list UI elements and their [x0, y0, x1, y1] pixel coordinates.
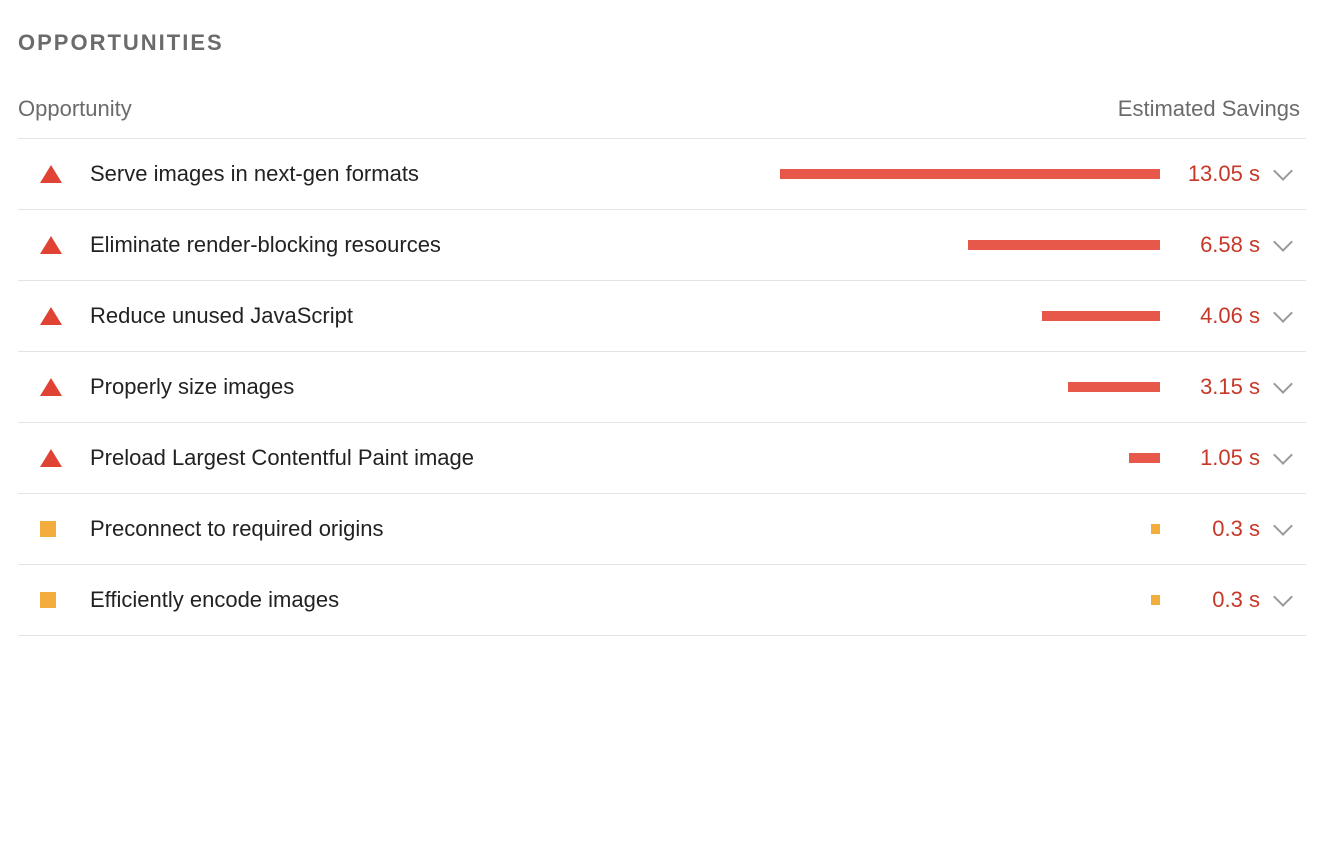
savings-value: 0.3 s: [1178, 516, 1260, 542]
savings-bar-track: [780, 382, 1160, 392]
savings-bar-track: [780, 595, 1160, 605]
opportunity-row[interactable]: Reduce unused JavaScript 4.06 s: [18, 281, 1306, 352]
fail-triangle-icon: [40, 449, 62, 467]
severity-icon-cell: [18, 378, 90, 396]
expand-toggle[interactable]: [1260, 454, 1306, 462]
severity-icon-cell: [18, 165, 90, 183]
opportunity-row[interactable]: Properly size images 3.15 s: [18, 352, 1306, 423]
savings-bar-track: [780, 524, 1160, 534]
savings-value: 3.15 s: [1178, 374, 1260, 400]
fail-triangle-icon: [40, 236, 62, 254]
opportunity-label: Reduce unused JavaScript: [90, 303, 738, 329]
savings-value: 4.06 s: [1178, 303, 1260, 329]
savings-bar-fill: [780, 169, 1160, 179]
savings-bar-cell: [738, 524, 1178, 534]
warn-square-icon: [40, 592, 56, 608]
opportunity-label: Properly size images: [90, 374, 738, 400]
savings-bar-fill: [1151, 524, 1160, 534]
severity-icon-cell: [18, 592, 90, 608]
savings-bar-cell: [738, 240, 1178, 250]
opportunity-label: Serve images in next-gen formats: [90, 161, 738, 187]
chevron-down-icon: [1273, 161, 1293, 181]
opportunity-row[interactable]: Serve images in next-gen formats 13.05 s: [18, 139, 1306, 210]
opportunities-list: Serve images in next-gen formats 13.05 s E…: [18, 139, 1306, 636]
savings-value: 6.58 s: [1178, 232, 1260, 258]
opportunities-header: Opportunity Estimated Savings: [18, 96, 1306, 139]
section-title: OPPORTUNITIES: [18, 30, 1306, 56]
opportunity-label: Eliminate render-blocking resources: [90, 232, 738, 258]
savings-value: 13.05 s: [1178, 161, 1260, 187]
chevron-down-icon: [1273, 374, 1293, 394]
savings-value: 0.3 s: [1178, 587, 1260, 613]
savings-bar-fill: [1129, 453, 1160, 463]
savings-bar-cell: [738, 382, 1178, 392]
savings-bar-track: [780, 453, 1160, 463]
opportunity-row[interactable]: Preload Largest Contentful Paint image 1.…: [18, 423, 1306, 494]
savings-bar-fill: [1151, 595, 1160, 605]
opportunity-label: Efficiently encode images: [90, 587, 738, 613]
expand-toggle[interactable]: [1260, 312, 1306, 320]
chevron-down-icon: [1273, 445, 1293, 465]
fail-triangle-icon: [40, 307, 62, 325]
warn-square-icon: [40, 521, 56, 537]
savings-value: 1.05 s: [1178, 445, 1260, 471]
column-header-opportunity: Opportunity: [18, 96, 738, 122]
savings-bar-fill: [968, 240, 1160, 250]
severity-icon-cell: [18, 307, 90, 325]
savings-bar-fill: [1068, 382, 1160, 392]
expand-toggle[interactable]: [1260, 596, 1306, 604]
severity-icon-cell: [18, 236, 90, 254]
savings-bar-track: [780, 311, 1160, 321]
expand-toggle[interactable]: [1260, 525, 1306, 533]
opportunity-label: Preload Largest Contentful Paint image: [90, 445, 738, 471]
fail-triangle-icon: [40, 378, 62, 396]
opportunity-row[interactable]: Eliminate render-blocking resources 6.58 …: [18, 210, 1306, 281]
chevron-down-icon: [1273, 516, 1293, 536]
fail-triangle-icon: [40, 165, 62, 183]
chevron-down-icon: [1273, 587, 1293, 607]
savings-bar-fill: [1042, 311, 1160, 321]
savings-bar-track: [780, 169, 1160, 179]
expand-toggle[interactable]: [1260, 170, 1306, 178]
savings-bar-cell: [738, 453, 1178, 463]
savings-bar-cell: [738, 311, 1178, 321]
opportunity-label: Preconnect to required origins: [90, 516, 738, 542]
expand-toggle[interactable]: [1260, 241, 1306, 249]
severity-icon-cell: [18, 449, 90, 467]
opportunity-row[interactable]: Preconnect to required origins 0.3 s: [18, 494, 1306, 565]
expand-toggle[interactable]: [1260, 383, 1306, 391]
savings-bar-track: [780, 240, 1160, 250]
column-header-estimated-savings: Estimated Savings: [738, 96, 1306, 122]
severity-icon-cell: [18, 521, 90, 537]
chevron-down-icon: [1273, 232, 1293, 252]
chevron-down-icon: [1273, 303, 1293, 323]
savings-bar-cell: [738, 595, 1178, 605]
savings-bar-cell: [738, 169, 1178, 179]
opportunity-row[interactable]: Efficiently encode images 0.3 s: [18, 565, 1306, 636]
